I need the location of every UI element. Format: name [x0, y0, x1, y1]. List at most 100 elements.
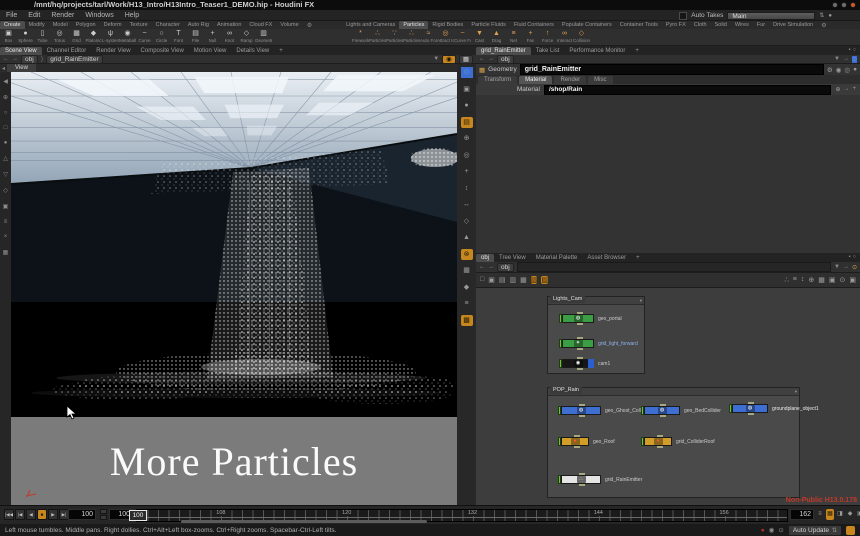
presets-icon[interactable]: ●	[853, 66, 857, 74]
frame-all-icon[interactable]: ▣	[849, 276, 856, 284]
viewport-tab[interactable]: View	[7, 64, 36, 72]
param-tab-misc[interactable]: Misc	[588, 76, 612, 85]
node-geo-roof[interactable]: ● geo_Roof	[558, 437, 615, 446]
jump-start-icon[interactable]: |◀◀	[4, 509, 14, 520]
pane-tab-motion-view[interactable]: Motion View	[189, 47, 232, 56]
pin-params-icon[interactable]: ◉	[836, 66, 842, 74]
menu-help[interactable]: Help	[125, 10, 139, 21]
forward-icon[interactable]: →	[12, 56, 18, 62]
netbox-pop-rain[interactable]: POP_Rain ▾ ◍ geo_Ghost_Collision ◍ geo_B…	[547, 387, 800, 498]
pane-tab-performance-monitor[interactable]: Performance Monitor	[564, 47, 630, 56]
back-icon[interactable]: ←	[3, 56, 9, 62]
shelf-tool-grid[interactable]: ▦Grid	[68, 29, 85, 45]
camera-select-icon[interactable]: ◉	[442, 55, 456, 64]
node-geo-ghost-collision[interactable]: ◍ geo_Ghost_Collision	[558, 406, 651, 415]
shelf-tool-metaball[interactable]: ◉Metaball	[119, 29, 136, 45]
wire-icon[interactable]: ▣	[3, 203, 9, 210]
node-grid-rainemitter[interactable]: ∴ grid_RainEmitter	[558, 475, 642, 484]
shelf-tool-interact[interactable]: ∞Interact	[556, 29, 573, 43]
shelf-tab-rigid-bodies[interactable]: Rigid Bodies	[428, 21, 467, 29]
shelf-tool-tube[interactable]: ▯Tube	[34, 29, 51, 45]
snap-icon[interactable]: △	[3, 155, 8, 162]
connect-icon[interactable]: □	[480, 276, 484, 284]
take-selector[interactable]: Main	[727, 12, 815, 20]
shelf-gear2-icon[interactable]: ⚙	[817, 22, 830, 29]
dolly-icon[interactable]: ↔	[461, 199, 473, 210]
shelf-tool-particles-fr[interactable]: ∵Particles fr	[386, 29, 403, 43]
display-options-icon[interactable]: ▩	[461, 315, 473, 326]
shelf-tab-particle-fluids[interactable]: Particle Fluids	[467, 21, 510, 29]
auto-takes-checkbox[interactable]	[679, 12, 687, 20]
net-path-field[interactable]	[517, 262, 831, 272]
timeline[interactable]: 100 108120132144156	[136, 509, 788, 522]
title-bar[interactable]: /mnt/hq/projects/tarl/Work/H13_Intro/H13…	[0, 0, 860, 10]
node-body[interactable]: ●	[644, 437, 672, 446]
color-icon[interactable]: ▦	[520, 276, 527, 284]
shelf-tool-fireworks[interactable]: *Fireworks	[352, 29, 369, 43]
options-icon[interactable]: ≡	[461, 298, 473, 309]
up-axis-icon[interactable]: ▲	[461, 232, 473, 243]
params-pin-icon[interactable]: →	[843, 56, 849, 62]
shelf-tool-fan[interactable]: +Fan	[522, 29, 539, 43]
shelf-tab-cloud-fx[interactable]: Cloud FX	[245, 21, 276, 29]
params-forward-icon[interactable]: →	[488, 56, 494, 62]
menu-edit[interactable]: Edit	[28, 10, 40, 21]
frame-spinner[interactable]	[100, 509, 107, 520]
points-icon[interactable]: ≡	[4, 219, 8, 225]
rotate-icon[interactable]: ○	[4, 110, 8, 116]
frame-icon[interactable]: ◇	[461, 216, 473, 227]
shelf-tab-polygon[interactable]: Polygon	[72, 21, 100, 29]
shelf-tab-character[interactable]: Character	[152, 21, 184, 29]
shelf-tab-container-tools[interactable]: Container Tools	[616, 21, 662, 29]
range-end-field[interactable]: 162	[790, 509, 814, 520]
close-icon[interactable]	[850, 2, 856, 8]
shelf-tool-l-system[interactable]: ψL-system	[102, 29, 119, 45]
shelf-tool-geometry[interactable]: ▥Geometry	[255, 29, 272, 45]
net-forward-icon[interactable]: →	[488, 264, 494, 270]
path-root-chip[interactable]: obj	[21, 55, 38, 64]
pane-tab-details-view[interactable]: Details View	[231, 47, 274, 56]
play-reverse-icon[interactable]: ◀	[26, 509, 36, 520]
shelf-tab-modify[interactable]: Modify	[25, 21, 49, 29]
shelf-tool-net[interactable]: ≡Net	[505, 29, 522, 43]
network-editor-canvas[interactable]: Lights_Cam ▾ ◍ geo_portal ✶ grid_light_f…	[476, 288, 860, 505]
node-grid-colliderroof[interactable]: ● grid_ColliderRoof	[641, 437, 715, 446]
overview-icon[interactable]: ▣	[829, 276, 836, 284]
material-input[interactable]: /shop/Rain	[544, 85, 831, 95]
shelf-tab-cloth[interactable]: Cloth	[690, 21, 711, 29]
smooth-icon[interactable]: ⊕	[461, 133, 473, 144]
grid-toggle-icon[interactable]: ▦	[461, 265, 473, 276]
jump-to-node-icon[interactable]: →	[843, 86, 849, 93]
layout-select-icon[interactable]: ▦	[459, 55, 473, 64]
shelf-tab-drive-simulation[interactable]: Drive Simulation	[769, 21, 817, 29]
shelf-tab-create[interactable]: Create	[0, 21, 25, 29]
play-icon[interactable]: ▶	[48, 509, 58, 520]
pan-icon[interactable]: ↕	[461, 183, 473, 194]
shelf-tool-ramp[interactable]: ◇Ramp	[238, 29, 255, 45]
pane-tab-tree-view[interactable]: Tree View	[494, 254, 531, 263]
shelf-tool-circle[interactable]: ○Circle	[153, 29, 170, 45]
netbox-minimize-icon[interactable]: ▾	[640, 298, 642, 304]
updown-icon[interactable]: ↕	[801, 276, 805, 284]
step-back-icon[interactable]: |◀	[15, 509, 25, 520]
shelf-tab-animation[interactable]: Animation	[213, 21, 245, 29]
shelf-tab-pyro-fx[interactable]: Pyro FX	[662, 21, 690, 29]
node-body[interactable]: ∴	[561, 475, 601, 484]
params-link-icon[interactable]: ⊙	[852, 56, 857, 63]
shelf-tool-attract-to[interactable]: ◎Attract to	[437, 29, 454, 43]
param-tab-render[interactable]: Render	[554, 76, 586, 85]
net-back-icon[interactable]: ←	[479, 264, 485, 270]
node-cam1[interactable]: ◉ cam1	[559, 359, 610, 368]
view-icon[interactable]: ▽	[3, 171, 8, 178]
shelf-tool-cast[interactable]: ▼Cast	[471, 29, 488, 43]
shelf-tool-particles-fr[interactable]: ∴Particles fr	[403, 29, 420, 43]
new-pane-tab-button[interactable]: +	[274, 47, 288, 56]
netbox-lights-cam[interactable]: Lights_Cam ▾ ◍ geo_portal ✶ grid_light_f…	[547, 296, 645, 374]
shelf-tab-model[interactable]: Model	[49, 21, 72, 29]
collapse-icon[interactable]: ◂	[0, 65, 7, 72]
shelf-tool-drag[interactable]: ▲Drag	[488, 29, 505, 43]
shelf-tool-torus[interactable]: ◎Torus	[51, 29, 68, 45]
current-frame-marker[interactable]: 100	[129, 510, 147, 521]
shelf-tab-texture[interactable]: Texture	[126, 21, 152, 29]
take-spinner-icon[interactable]: ⇅	[819, 12, 824, 19]
